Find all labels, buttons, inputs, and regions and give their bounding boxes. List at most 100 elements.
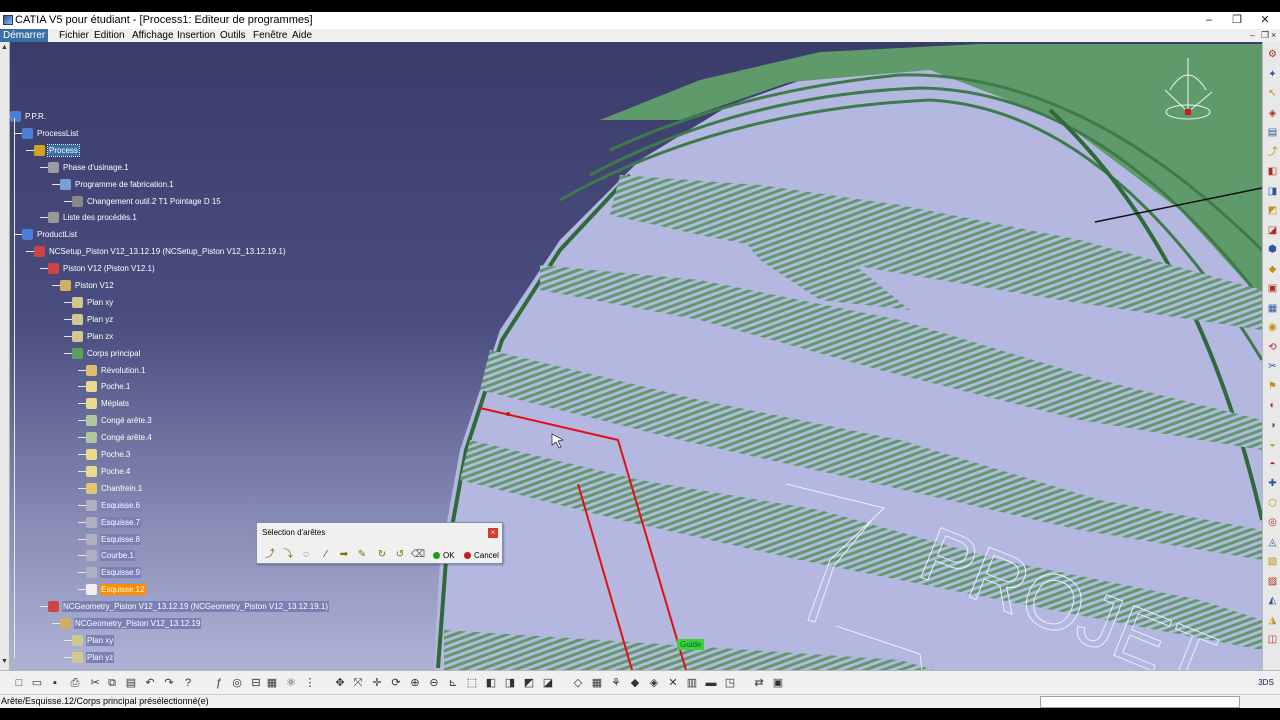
- pattern-icon[interactable]: ◐: [1266, 399, 1279, 412]
- tool-icon[interactable]: ✦: [1266, 68, 1279, 81]
- fly-mode-icon[interactable]: ✥: [333, 676, 347, 690]
- machining-op-icon[interactable]: ⚙: [1266, 48, 1279, 61]
- point-icon[interactable]: ◎: [1266, 516, 1279, 529]
- undo-icon[interactable]: ↶: [143, 676, 157, 690]
- profile-icon[interactable]: ◪: [1266, 224, 1279, 237]
- ok-button[interactable]: OK: [433, 549, 455, 562]
- drill-icon[interactable]: ⤴: [1266, 146, 1279, 159]
- add-op-icon[interactable]: ✚: [1266, 477, 1279, 490]
- swap-icon[interactable]: ⇄: [752, 676, 766, 690]
- swap-space-icon[interactable]: ◩: [522, 676, 536, 690]
- roughing-icon[interactable]: ⬢: [1266, 243, 1279, 256]
- report-icon[interactable]: ▥: [685, 676, 699, 690]
- doc-close-button[interactable]: ×: [1271, 29, 1276, 42]
- close-button[interactable]: ✕: [1251, 13, 1279, 27]
- pocketing-icon[interactable]: ◧: [1266, 165, 1279, 178]
- grid-icon[interactable]: ▦: [590, 676, 604, 690]
- line-icon[interactable]: ⁄: [319, 549, 333, 561]
- output-icon[interactable]: ◫: [1266, 633, 1279, 646]
- menu-affichage[interactable]: Affichage: [132, 29, 174, 42]
- rotate-edge-icon[interactable]: ↻: [375, 549, 389, 561]
- rotate-icon[interactable]: ⟳: [389, 676, 403, 690]
- edge-sequence-icon[interactable]: ⤵: [281, 549, 295, 561]
- axis-icon[interactable]: ◬: [1266, 536, 1279, 549]
- program-icon[interactable]: ▤: [1266, 126, 1279, 139]
- doc-minimize-button[interactable]: –: [1250, 29, 1255, 42]
- menu-fenetre[interactable]: Fenêtre: [253, 29, 287, 42]
- menu-edition[interactable]: Edition: [94, 29, 125, 42]
- tool-path-icon[interactable]: ◑: [1266, 419, 1279, 432]
- isoparam-icon[interactable]: ◉: [1266, 321, 1279, 334]
- table-icon[interactable]: ▦: [265, 676, 279, 690]
- cut-icon[interactable]: ✂: [88, 676, 102, 690]
- hide-show-icon[interactable]: ◨: [503, 676, 517, 690]
- measure-icon[interactable]: ▬: [704, 676, 718, 690]
- doc-restore-button[interactable]: ❐: [1261, 29, 1269, 42]
- select-arrow-icon[interactable]: ↖: [1266, 87, 1279, 100]
- iso-view-icon[interactable]: ⬚: [465, 676, 479, 690]
- zoom-out-icon[interactable]: ⊖: [427, 676, 441, 690]
- closed-loop-icon[interactable]: ◌: [299, 549, 313, 561]
- zlevel-icon[interactable]: ▣: [1266, 282, 1279, 295]
- viewer-left-scrollbar[interactable]: ▲ ▼: [0, 42, 10, 670]
- print-icon[interactable]: ⎙: [68, 676, 82, 690]
- copy-icon[interactable]: ⧉: [105, 676, 119, 690]
- arrow-edge-icon[interactable]: ➡: [337, 549, 351, 561]
- param-icon[interactable]: ⊟: [249, 676, 263, 690]
- capture-icon[interactable]: ◳: [723, 676, 737, 690]
- fit-all-icon[interactable]: ⤧: [351, 676, 365, 690]
- tangent-edges-icon[interactable]: ⤴: [263, 549, 277, 561]
- remove-icon[interactable]: ✕: [666, 676, 680, 690]
- sweeping-icon[interactable]: ◆: [1266, 263, 1279, 276]
- analysis-icon[interactable]: ⚛: [284, 676, 298, 690]
- erase-edge-icon[interactable]: ⌫: [411, 549, 425, 561]
- cut-icon[interactable]: ✂: [1266, 360, 1279, 373]
- facing-icon[interactable]: ◩: [1266, 204, 1279, 217]
- output-icon[interactable]: ▣: [771, 676, 785, 690]
- replay-icon[interactable]: ◒: [1266, 438, 1279, 451]
- edge-pick-icon[interactable]: ✎: [355, 549, 369, 561]
- render-icon[interactable]: ◪: [541, 676, 555, 690]
- pan-icon[interactable]: ✛: [370, 676, 384, 690]
- grid-icon[interactable]: ▨: [1266, 575, 1279, 588]
- shading-icon[interactable]: ◧: [484, 676, 498, 690]
- menu-insertion[interactable]: Insertion: [177, 29, 215, 42]
- whats-this-icon[interactable]: ?: [181, 676, 195, 690]
- part-op-icon[interactable]: ◈: [1266, 107, 1279, 120]
- menu-demarrer[interactable]: Démarrer: [0, 29, 49, 42]
- rotate-op-icon[interactable]: ⟲: [1266, 341, 1279, 354]
- spiral-icon[interactable]: ▦: [1266, 302, 1279, 315]
- reverse-edge-icon[interactable]: ↺: [393, 549, 407, 561]
- redo-icon[interactable]: ↷: [162, 676, 176, 690]
- new-file-icon[interactable]: □: [12, 676, 26, 690]
- paste-icon[interactable]: ▤: [124, 676, 138, 690]
- menu-fichier[interactable]: Fichier: [59, 29, 89, 42]
- maximize-button[interactable]: ❐: [1223, 13, 1251, 27]
- simulation-icon[interactable]: ◈: [647, 676, 661, 690]
- contouring-icon[interactable]: ◨: [1266, 185, 1279, 198]
- cancel-button[interactable]: Cancel: [464, 549, 499, 562]
- open-file-icon[interactable]: ▭: [30, 676, 44, 690]
- simulate-icon[interactable]: ◓: [1266, 458, 1279, 471]
- save-icon[interactable]: ▪: [48, 676, 62, 690]
- chamfer-op-icon[interactable]: ◭: [1266, 594, 1279, 607]
- formula-icon[interactable]: ƒ: [212, 676, 226, 690]
- zoom-in-icon[interactable]: ⊕: [408, 676, 422, 690]
- flag-icon[interactable]: ⚑: [1266, 380, 1279, 393]
- thread-icon[interactable]: ◮: [1266, 614, 1279, 627]
- command-input[interactable]: [1040, 696, 1240, 708]
- normal-view-icon[interactable]: ⊾: [446, 676, 460, 690]
- specification-tree[interactable]: P.P.R. ProcessList Process Phase d'usinage.…: [2, 108, 330, 668]
- table-icon[interactable]: ▧: [1266, 555, 1279, 568]
- minimize-button[interactable]: –: [1195, 13, 1223, 27]
- dialog-close-button[interactable]: ×: [488, 528, 498, 538]
- hex-icon[interactable]: ⬡: [1266, 497, 1279, 510]
- more-icon[interactable]: ⋮: [303, 676, 317, 690]
- replay-icon[interactable]: ◆: [628, 676, 642, 690]
- processlist-icon: [22, 127, 33, 139]
- tool-path-icon[interactable]: ◇: [571, 676, 585, 690]
- menu-aide[interactable]: Aide: [292, 29, 312, 42]
- multi-view-icon[interactable]: ⚘: [609, 676, 623, 690]
- menu-outils[interactable]: Outils: [220, 29, 246, 42]
- knowledge-icon[interactable]: ◎: [230, 676, 244, 690]
